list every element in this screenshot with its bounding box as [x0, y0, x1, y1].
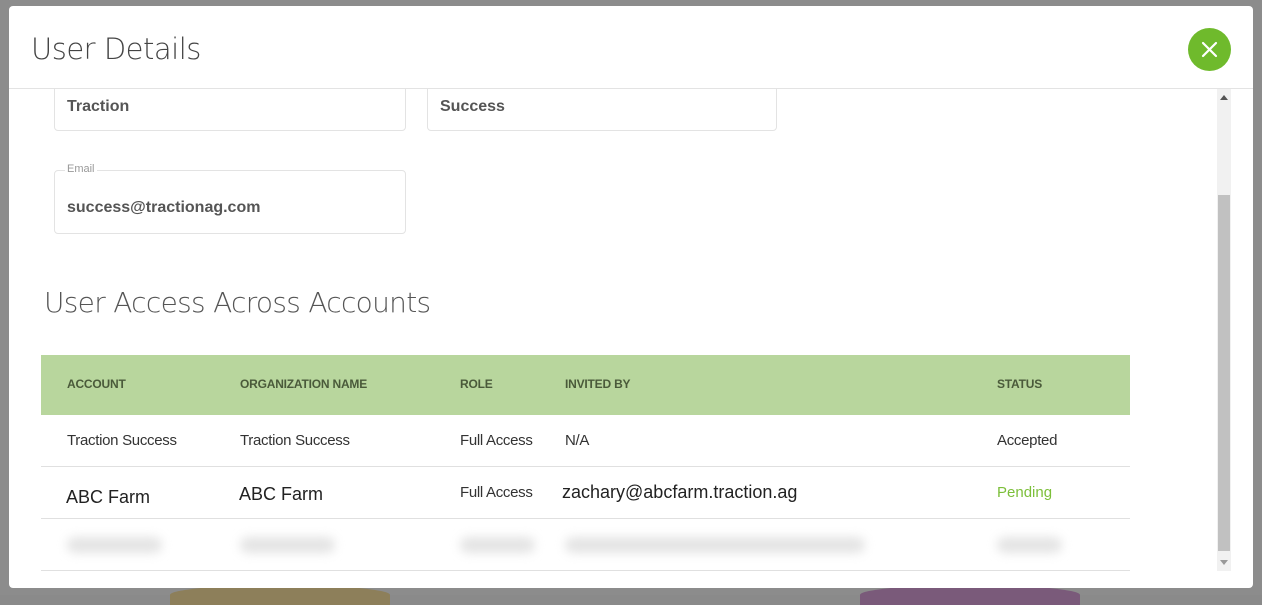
cell-account: Traction Success [67, 432, 177, 449]
vertical-scrollbar[interactable] [1217, 89, 1231, 571]
first-name-value: Traction [67, 98, 130, 115]
table-row-redacted [41, 519, 1130, 571]
redacted-cell [460, 537, 535, 553]
column-header-status[interactable]: STATUS [997, 377, 1042, 391]
table-row: ABC Farm ABC Farm Full Access zachary@ab… [41, 467, 1130, 519]
scroll-thumb[interactable] [1218, 195, 1230, 551]
modal-title: User Details [31, 32, 201, 66]
last-name-value: Success [440, 98, 505, 115]
cell-account: ABC Farm [66, 487, 151, 507]
scroll-up-icon[interactable] [1220, 95, 1228, 100]
cell-role: Full Access [460, 432, 533, 449]
background-chart-left [170, 585, 390, 605]
close-icon [1201, 41, 1218, 58]
close-button[interactable] [1188, 28, 1231, 71]
user-details-modal: User Details Traction Success Email succ… [9, 6, 1253, 588]
last-name-field[interactable]: Success [427, 89, 777, 131]
table-header: ACCOUNT ORGANIZATION NAME ROLE INVITED B… [41, 355, 1130, 415]
table-row: Traction Success Traction Success Full A… [41, 415, 1130, 467]
email-field[interactable]: Email success@tractionag.com [54, 163, 406, 234]
cell-status: Pending [997, 484, 1053, 501]
cell-organization: Traction Success [240, 432, 350, 449]
first-name-field[interactable]: Traction [54, 89, 406, 131]
cell-invited-by: N/A [565, 432, 590, 449]
access-table: ACCOUNT ORGANIZATION NAME ROLE INVITED B… [41, 355, 1130, 571]
redacted-cell [240, 537, 335, 553]
cell-status: Accepted [997, 432, 1058, 449]
redacted-cell [565, 537, 865, 553]
cell-invited-by: zachary@abcfarm.traction.ag [562, 482, 798, 502]
background-chart-right [860, 585, 1080, 605]
redacted-cell [67, 537, 162, 553]
scroll-down-icon[interactable] [1220, 560, 1228, 565]
cell-role: Full Access [460, 484, 533, 501]
section-title: User Access Across Accounts [44, 286, 431, 319]
email-label: Email [65, 163, 97, 175]
column-header-organization[interactable]: ORGANIZATION NAME [240, 377, 367, 391]
email-value: success@tractionag.com [67, 199, 261, 216]
column-header-role[interactable]: ROLE [460, 377, 493, 391]
modal-header: User Details [9, 6, 1253, 89]
column-header-account[interactable]: ACCOUNT [67, 377, 126, 391]
cell-organization: ABC Farm [239, 484, 324, 504]
redacted-cell [997, 537, 1062, 553]
modal-body: Traction Success Email success@tractiona… [9, 89, 1217, 588]
column-header-invited-by[interactable]: INVITED BY [565, 377, 631, 391]
